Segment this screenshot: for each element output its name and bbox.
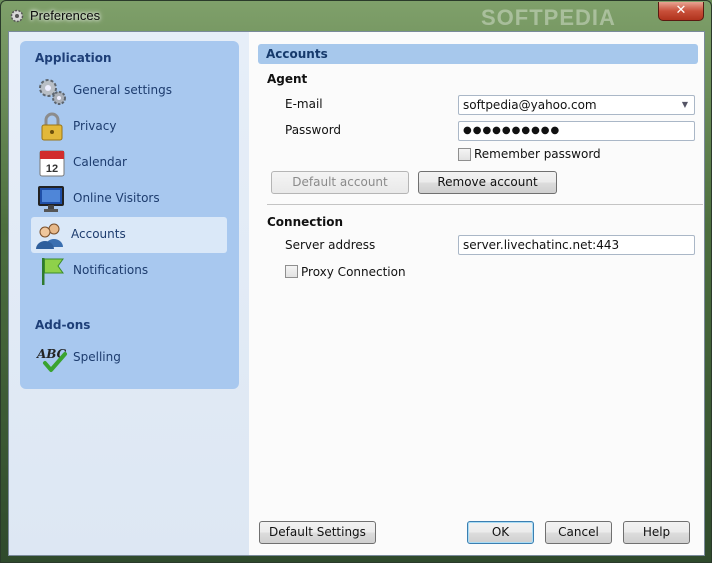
sidebar-heading-application: Application [35, 51, 112, 65]
password-value: ●●●●●●●●●● [463, 125, 561, 136]
gear-icon [10, 9, 24, 23]
server-address-field[interactable]: server.livechatinc.net:443 [458, 235, 695, 255]
sidebar-item-online-visitors[interactable]: Online Visitors [33, 181, 227, 217]
calendar-icon: 12 [39, 150, 65, 177]
sidebar-item-general-settings[interactable]: General settings [33, 73, 227, 109]
sidebar-item-label: General settings [73, 83, 172, 97]
email-field[interactable]: softpedia@yahoo.com ▼ [458, 95, 695, 115]
proxy-connection-label: Proxy Connection [301, 265, 406, 279]
close-button[interactable]: ✕ [658, 2, 704, 21]
padlock-icon [41, 112, 63, 141]
flag-icon [42, 258, 64, 285]
default-settings-button[interactable]: Default Settings [259, 521, 376, 544]
window-title: Preferences [30, 8, 101, 23]
sidebar-item-notifications[interactable]: Notifications [33, 253, 227, 289]
sidebar-item-label: Accounts [71, 227, 126, 241]
agent-heading: Agent [267, 72, 308, 86]
email-label: E-mail [285, 97, 323, 111]
cancel-button[interactable]: Cancel [545, 521, 612, 544]
title-bar[interactable]: Preferences SOFTPEDIA ✕ [1, 1, 711, 31]
calendar-day: 12 [46, 163, 58, 175]
dialog-body: Application General settings Privacy 12 … [8, 31, 705, 556]
remove-account-button-label: Remove account [437, 175, 538, 189]
proxy-connection-checkbox[interactable] [285, 265, 298, 278]
watermark: SOFTPEDIA [481, 5, 616, 30]
sidebar-item-label: Online Visitors [73, 191, 160, 205]
default-account-button[interactable]: Default account [271, 171, 409, 194]
sidebar-heading-addons: Add-ons [35, 318, 91, 332]
password-label: Password [285, 123, 342, 137]
password-field[interactable]: ●●●●●●●●●● [458, 121, 695, 141]
sidebar-item-label: Privacy [73, 119, 117, 133]
sidebar-item-label: Notifications [73, 263, 149, 277]
gears-icon [39, 79, 66, 105]
spellcheck-icon: ABC [36, 347, 67, 372]
remember-password-checkbox[interactable] [458, 148, 471, 161]
default-settings-button-label: Default Settings [269, 525, 366, 539]
chevron-down-icon[interactable]: ▼ [678, 98, 692, 112]
remember-password-label: Remember password [474, 147, 601, 161]
sidebar-item-accounts[interactable]: Accounts [31, 217, 227, 253]
server-address-label: Server address [285, 238, 376, 252]
divider [267, 204, 703, 205]
preferences-window: Preferences SOFTPEDIA ✕ Application Gene… [0, 0, 712, 563]
cancel-button-label: Cancel [558, 525, 599, 539]
sidebar-item-calendar[interactable]: 12 Calendar [33, 145, 227, 181]
sidebar: Application General settings Privacy 12 … [20, 41, 239, 389]
close-icon: ✕ [675, 3, 687, 18]
accounts-panel: Accounts Agent E-mail softpedia@yahoo.co… [249, 32, 704, 555]
sidebar-item-label: Spelling [73, 350, 121, 364]
ok-button-label: OK [491, 525, 510, 539]
sidebar-item-privacy[interactable]: Privacy [33, 109, 227, 145]
server-address-value: server.livechatinc.net:443 [463, 238, 620, 252]
default-account-button-label: Default account [292, 175, 388, 189]
section-header: Accounts [258, 44, 698, 64]
page-title: Accounts [266, 47, 328, 61]
monitor-icon [38, 186, 64, 212]
sidebar-item-label: Calendar [73, 155, 127, 169]
help-button-label: Help [642, 525, 671, 539]
email-value: softpedia@yahoo.com [463, 98, 597, 112]
connection-heading: Connection [267, 215, 344, 229]
sidebar-item-spelling[interactable]: ABC Spelling [33, 340, 227, 376]
ok-button[interactable]: OK [467, 521, 534, 544]
users-icon [36, 223, 63, 249]
help-button[interactable]: Help [623, 521, 690, 544]
remove-account-button[interactable]: Remove account [418, 171, 557, 194]
